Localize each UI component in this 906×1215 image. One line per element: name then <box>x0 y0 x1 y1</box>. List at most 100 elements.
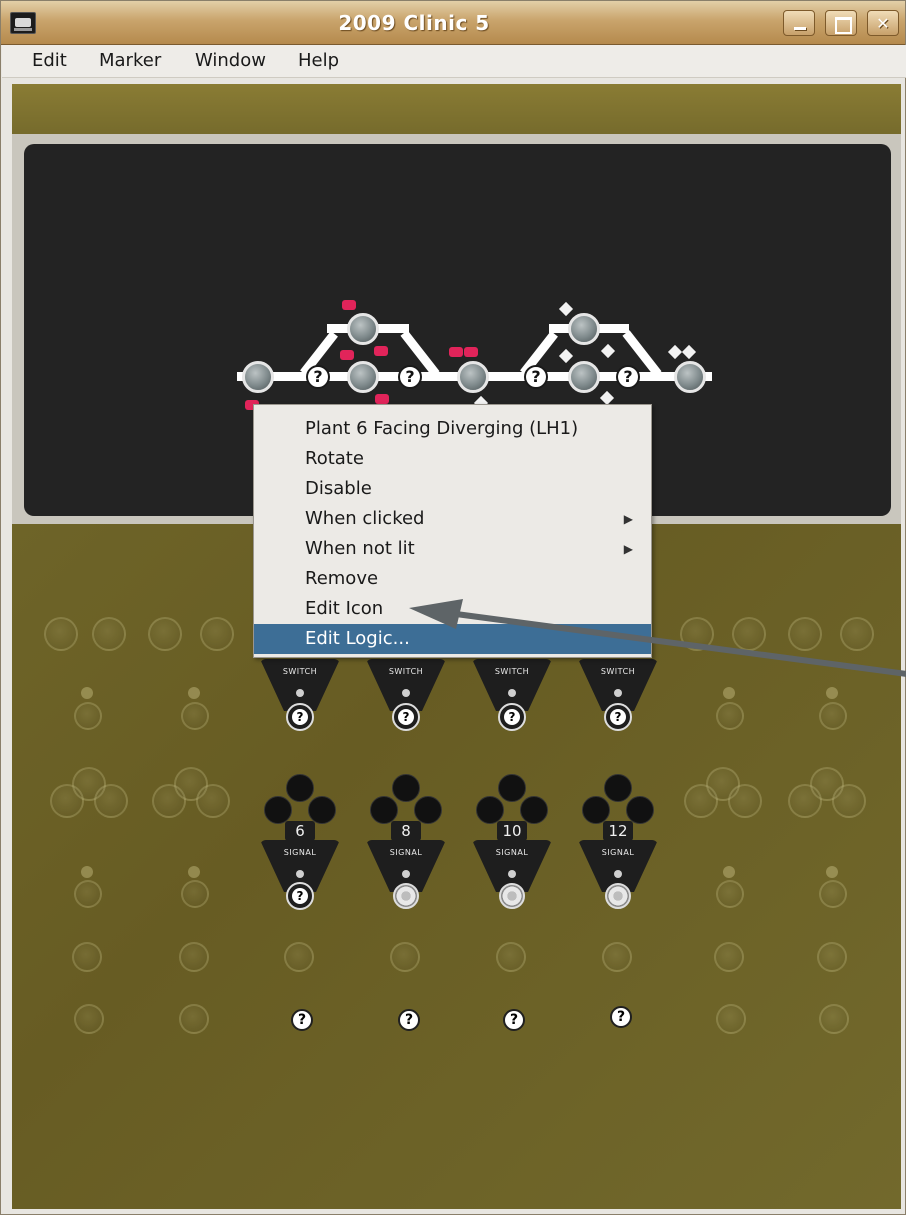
minimize-button[interactable] <box>783 10 815 36</box>
ctx-item-when-not-lit[interactable]: When not lit ▶ <box>254 534 651 564</box>
empty-control-slot <box>179 942 209 972</box>
signal-white-indicator[interactable] <box>558 301 574 317</box>
unknown-state-icon[interactable]: ? <box>291 1009 313 1031</box>
signal-red-indicator[interactable] <box>340 350 354 360</box>
maximize-button[interactable] <box>825 10 857 36</box>
block-node[interactable] <box>568 313 600 345</box>
switch-knob[interactable]: ? <box>604 703 632 731</box>
empty-control-slot <box>200 617 234 651</box>
signal-control-10[interactable]: 10 SIGNAL <box>472 774 552 914</box>
maximize-icon <box>826 11 856 35</box>
empty-indicator-slot <box>188 687 200 699</box>
empty-control-slot <box>74 880 102 908</box>
signal-lamp <box>370 796 398 824</box>
empty-indicator-slot <box>81 866 93 878</box>
block-node[interactable] <box>568 361 600 393</box>
signal-lamp <box>604 774 632 802</box>
empty-control-slot <box>732 617 766 651</box>
ctx-item-rotate[interactable]: Rotate <box>254 444 651 474</box>
switch-control-4[interactable]: SWITCH ? <box>578 659 658 739</box>
switch-control-1[interactable]: SWITCH ? <box>260 659 340 739</box>
submenu-arrow-icon: ▶ <box>623 512 633 526</box>
signal-white-indicator[interactable] <box>558 348 574 364</box>
ctx-item-remove[interactable]: Remove <box>254 564 651 594</box>
block-node[interactable] <box>347 361 379 393</box>
empty-control-slot <box>284 942 314 972</box>
signal-knob[interactable] <box>499 883 525 909</box>
ctx-item-label: Disable <box>305 478 372 499</box>
signal-control-8[interactable]: 8 SIGNAL <box>366 774 446 914</box>
block-node[interactable] <box>242 361 274 393</box>
ctx-item-edit-icon[interactable]: Edit Icon <box>254 594 651 624</box>
signal-indicator <box>296 870 304 878</box>
turnout-unknown-icon[interactable]: ? <box>398 365 422 389</box>
signal-red-indicator[interactable] <box>375 394 389 404</box>
switch-control-3[interactable]: SWITCH ? <box>472 659 552 739</box>
unknown-state-icon[interactable]: ? <box>398 1009 420 1031</box>
empty-control-slot <box>819 880 847 908</box>
switch-knob[interactable]: ? <box>498 703 526 731</box>
signal-knob[interactable]: ? <box>286 882 314 910</box>
signal-red-indicator[interactable] <box>449 347 463 357</box>
empty-control-slot <box>44 617 78 651</box>
signal-knob[interactable] <box>605 883 631 909</box>
switch-indicator <box>508 689 516 697</box>
block-node[interactable] <box>674 361 706 393</box>
signal-number: 6 <box>285 821 315 841</box>
signal-lamp <box>308 796 336 824</box>
ctx-item-title[interactable]: Plant 6 Facing Diverging (LH1) <box>254 414 651 444</box>
signal-label: SIGNAL <box>601 848 635 857</box>
empty-indicator-slot <box>826 687 838 699</box>
signal-knob[interactable] <box>393 883 419 909</box>
switch-label: SWITCH <box>388 667 424 676</box>
unknown-state-icon: ? <box>292 888 308 904</box>
empty-control-slot <box>74 1004 104 1034</box>
switch-knob[interactable]: ? <box>286 703 314 731</box>
empty-control-slot <box>819 1004 849 1034</box>
signal-number: 10 <box>497 821 527 841</box>
switch-control-2[interactable]: SWITCH ? <box>366 659 446 739</box>
switch-indicator <box>402 689 410 697</box>
empty-control-slot <box>179 1004 209 1034</box>
turnout-unknown-icon[interactable]: ? <box>306 365 330 389</box>
empty-control-slot <box>72 942 102 972</box>
signal-red-indicator[interactable] <box>374 346 388 356</box>
ctx-item-edit-logic[interactable]: Edit Logic... <box>254 624 651 654</box>
switch-knob[interactable]: ? <box>392 703 420 731</box>
menu-window[interactable]: Window <box>191 50 270 71</box>
menu-edit[interactable]: Edit <box>28 50 71 71</box>
signal-white-indicator[interactable] <box>599 390 615 406</box>
menu-help[interactable]: Help <box>294 50 343 71</box>
signal-white-indicator[interactable] <box>681 344 697 360</box>
ctx-item-when-clicked[interactable]: When clicked ▶ <box>254 504 651 534</box>
signal-control-12[interactable]: 12 SIGNAL <box>578 774 658 914</box>
block-node[interactable] <box>457 361 489 393</box>
signal-control-6[interactable]: 6 SIGNAL ? <box>260 774 340 914</box>
unknown-state-icon[interactable]: ? <box>503 1009 525 1031</box>
ctx-item-disable[interactable]: Disable <box>254 474 651 504</box>
ctx-item-label: Edit Icon <box>305 598 384 619</box>
empty-indicator-slot <box>723 687 735 699</box>
title-bar[interactable]: 2009 Clinic 5 ✕ <box>1 1 905 45</box>
turnout-unknown-icon[interactable]: ? <box>524 365 548 389</box>
empty-control-slot <box>788 617 822 651</box>
signal-white-indicator[interactable] <box>667 344 683 360</box>
unknown-state-icon: ? <box>504 709 520 725</box>
unknown-state-icon[interactable]: ? <box>610 1006 632 1028</box>
signal-label: SIGNAL <box>495 848 529 857</box>
empty-control-slot <box>196 784 230 818</box>
signal-indicator <box>614 870 622 878</box>
unknown-state-icon: ? <box>292 709 308 725</box>
empty-control-slot <box>832 784 866 818</box>
turnout-unknown-icon[interactable]: ? <box>616 365 640 389</box>
block-node[interactable] <box>347 313 379 345</box>
panel-header-strip <box>12 84 901 134</box>
close-button[interactable]: ✕ <box>867 10 899 36</box>
signal-red-indicator[interactable] <box>342 300 356 310</box>
menu-marker[interactable]: Marker <box>95 50 165 71</box>
empty-control-slot <box>817 942 847 972</box>
empty-control-slot <box>74 702 102 730</box>
signal-lamp <box>476 796 504 824</box>
signal-white-indicator[interactable] <box>600 343 616 359</box>
signal-red-indicator[interactable] <box>464 347 478 357</box>
